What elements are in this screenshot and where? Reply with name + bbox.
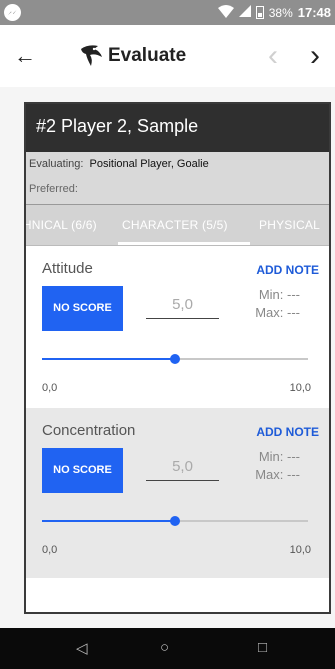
score-underline — [146, 480, 219, 481]
min-max: Min: --- Max: --- — [250, 448, 300, 484]
chevron-left-icon[interactable]: ‹ — [268, 40, 278, 72]
nav-home-icon[interactable]: ○ — [160, 639, 169, 656]
min-value: Min: --- — [258, 287, 300, 302]
category-tabs: CHNICAL (6/6) CHARACTER (5/5) PHYSICAL — [26, 204, 329, 246]
criterion-name: Concentration — [42, 422, 136, 439]
range-max: 10,0 — [289, 544, 311, 556]
criterion-concentration: Concentration ADD NOTE NO SCORE 5,0 Min:… — [26, 408, 329, 578]
slider-fill — [42, 358, 175, 360]
criterion-name: Attitude — [42, 260, 93, 277]
score-input[interactable]: 5,0 — [146, 458, 219, 475]
clock: 17:48 — [297, 5, 331, 20]
chevron-right-icon[interactable]: › — [310, 40, 320, 72]
min-max: Min: --- Max: --- — [250, 286, 300, 322]
range-min: 0,0 — [42, 382, 58, 394]
add-note-button[interactable]: ADD NOTE — [256, 263, 319, 277]
slider-fill — [42, 520, 175, 522]
battery-icon — [255, 6, 264, 19]
slider-thumb[interactable] — [170, 516, 180, 526]
nav-recent-icon[interactable]: □ — [258, 639, 267, 656]
min-value: Min: --- — [258, 449, 300, 464]
evaluation-info: Evaluating: Positional Player, Goalie Pr… — [26, 152, 329, 204]
score-input[interactable]: 5,0 — [146, 296, 219, 313]
system-nav-bar: ◁ ○ □ — [0, 628, 335, 669]
app-bar: ← Evaluate ‹ › — [0, 25, 335, 87]
slider-thumb[interactable] — [170, 354, 180, 364]
battery-percent: 38% — [268, 5, 293, 20]
preferred-label: Preferred: — [29, 183, 78, 195]
evaluating-value: Positional Player, Goalie — [89, 158, 209, 170]
evaluation-card: #2 Player 2, Sample Evaluating: Position… — [24, 102, 331, 614]
page-title: Evaluate — [108, 45, 187, 66]
criterion-attitude: Attitude ADD NOTE NO SCORE 5,0 Min: --- … — [26, 246, 329, 408]
wifi-icon — [217, 4, 234, 21]
player-name: #2 Player 2, Sample — [36, 116, 199, 136]
player-header: #2 Player 2, Sample — [26, 104, 329, 152]
shark-logo-icon — [78, 43, 104, 69]
status-bar: 38% 17:48 — [0, 0, 335, 25]
max-value: Max: --- — [255, 305, 300, 320]
arrow-left-icon[interactable]: ← — [12, 43, 38, 69]
evaluating-label: Evaluating: — [29, 158, 84, 170]
score-slider[interactable] — [42, 351, 308, 367]
max-value: Max: --- — [255, 467, 300, 482]
content-area: #2 Player 2, Sample Evaluating: Position… — [0, 87, 335, 628]
tab-character[interactable]: CHARACTER (5/5) — [122, 218, 228, 232]
signal-icon — [238, 5, 251, 20]
no-score-button[interactable]: NO SCORE — [42, 448, 123, 493]
range-max: 10,0 — [289, 382, 311, 394]
tab-technical[interactable]: CHNICAL (6/6) — [26, 218, 97, 232]
messenger-icon — [4, 4, 21, 21]
nav-back-icon[interactable]: ◁ — [76, 639, 88, 657]
no-score-button[interactable]: NO SCORE — [42, 286, 123, 331]
score-slider[interactable] — [42, 513, 308, 529]
tab-physical[interactable]: PHYSICAL — [259, 218, 320, 232]
range-min: 0,0 — [42, 544, 58, 556]
add-note-button[interactable]: ADD NOTE — [256, 425, 319, 439]
tab-active-indicator — [118, 242, 250, 245]
score-underline — [146, 318, 219, 319]
